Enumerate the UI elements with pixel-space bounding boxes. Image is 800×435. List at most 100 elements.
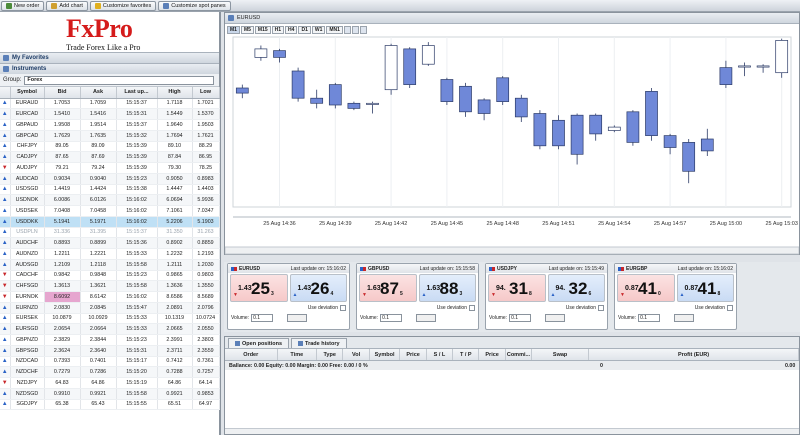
volume-select[interactable]: 0.1 [638, 313, 661, 322]
col-header[interactable]: Ask [80, 87, 117, 99]
orders-col-header[interactable]: S / L [427, 349, 454, 360]
cell-sym: EURNOK [10, 291, 45, 303]
instrument-row[interactable]: ▲ GBPCAD 1.7629 1.7635 15:15:32 1.7694 1.7621 [0, 130, 220, 142]
cell-hi: 6.0694 [157, 194, 193, 206]
sell-button[interactable]: ▼ 1.63 87 5 [359, 274, 417, 302]
cell-lo: 0.7361 [192, 356, 220, 368]
orders-scrollbar[interactable] [225, 428, 799, 434]
use-deviation-checkbox[interactable] [598, 304, 604, 311]
instrument-row[interactable]: ▲ AUDSGD 1.2109 1.2118 15:15:58 1.2111 1.2030 [0, 259, 220, 271]
instrument-row[interactable]: ▲ NZDCHF 0.7279 0.7286 15:15:20 0.7288 0.7257 [0, 366, 220, 378]
chart-type-icon[interactable] [359, 25, 367, 34]
volume-select[interactable]: 0.1 [509, 313, 532, 322]
use-deviation-checkbox[interactable] [340, 304, 346, 311]
group-select[interactable]: Forex [24, 75, 215, 85]
deviation-input[interactable] [287, 313, 308, 322]
instrument-row[interactable]: ▲ GBPAUD 1.9508 1.9514 15:15:37 1.9640 1.9503 [0, 119, 220, 131]
new-order-button[interactable]: New order [1, 0, 45, 11]
buy-button[interactable]: ▲ 1.43 26 4 [289, 274, 347, 302]
candle-body [421, 45, 435, 65]
use-deviation-checkbox[interactable] [469, 304, 475, 311]
buy-button[interactable]: ▲ 0.87 41 8 [676, 274, 734, 302]
timeframe-m15[interactable]: M15 [254, 25, 271, 34]
use-deviation-checkbox[interactable] [727, 304, 733, 311]
tab-open-positions[interactable]: Open positions [228, 338, 290, 348]
buy-button[interactable]: ▲ 94. 32 6 [547, 274, 605, 302]
candlestick-chart[interactable]: 25 Aug 14:36 25 Aug 14:39 25 Aug 14:42 25 A… [225, 35, 799, 255]
col-header[interactable]: Symbol [10, 87, 45, 99]
instrument-row[interactable]: ▲ AUDCAD 0.9034 0.9040 15:15:23 0.9050 0.8983 [0, 173, 220, 185]
instrument-row[interactable]: ▲ GBPSGD 2.3624 2.3640 15:15:31 2.3711 2.3559 [0, 345, 220, 357]
ask-big-figure: 32 [568, 279, 588, 298]
col-header[interactable]: Low [192, 87, 220, 99]
orders-col-header[interactable]: Price [400, 349, 427, 360]
instrument-row[interactable]: ▲ CHFJPY 89.05 89.09 15:15:39 89.10 88.29 [0, 141, 220, 153]
zoom-in-icon[interactable] [343, 25, 351, 34]
instrument-row[interactable]: ▲ EURSGD 2.0654 2.0664 15:15:33 2.0665 2.0550 [0, 323, 220, 335]
deviation-input[interactable] [674, 313, 695, 322]
col-header[interactable]: Last up... [116, 87, 158, 99]
zoom-out-icon[interactable] [351, 25, 359, 34]
my-favorites-header[interactable]: My Favorites [0, 52, 219, 63]
timeframe-m1[interactable]: M1 [227, 25, 240, 34]
orders-col-header[interactable]: Order [225, 349, 278, 360]
x-tick-label: 25 Aug 14:48 [486, 221, 518, 227]
instrument-row[interactable]: ▲ NZDCAD 0.7393 0.7401 15:15:17 0.7412 0.7361 [0, 356, 220, 368]
orders-col-header[interactable]: Time [278, 349, 318, 360]
instrument-row[interactable]: ▲ EURNZD 2.0830 2.0845 15:15:47 2.0891 2.0796 [0, 302, 220, 314]
instrument-row[interactable]: ▼ NZDJPY 64.83 64.86 15:15:19 64.86 64.14 [0, 377, 220, 389]
timeframe-d1[interactable]: D1 [298, 25, 311, 34]
orders-col-header[interactable]: Type [317, 349, 344, 360]
instruments-header[interactable]: Instruments [0, 63, 219, 74]
instrument-row[interactable]: ▲ AUDCHF 0.8893 0.8899 15:15:36 0.8902 0.8859 [0, 237, 220, 249]
customize-spot-panes-button[interactable]: Customize spot panes [158, 0, 231, 11]
orders-col-header[interactable]: Price [479, 349, 506, 360]
instrument-row[interactable]: ▲ SGDJPY 65.38 65.43 15:15:55 65.51 64.97 [0, 399, 220, 411]
instrument-row[interactable]: ▼ CHFSGD 1.3613 1.3621 15:15:58 1.3636 1.3550 [0, 280, 220, 292]
instrument-row[interactable]: ▲ EURSEK 10.0879 10.0929 15:15:33 10.1319 10.0… [0, 313, 220, 325]
sell-button[interactable]: ▼ 0.87 41 0 [617, 274, 675, 302]
timeframe-m5[interactable]: M5 [240, 25, 254, 34]
customize-favorites-button[interactable]: Customize favorites [89, 0, 157, 11]
instrument-row[interactable]: ▲ GBPNZD 2.3829 2.3844 15:15:23 2.3991 2.3803 [0, 334, 220, 346]
orders-col-header[interactable]: Symbol [370, 349, 401, 360]
instrument-row[interactable]: ▲ AUDNZD 1.2211 1.2221 15:15:33 1.2232 1.2193 [0, 248, 220, 260]
sell-button[interactable]: ▼ 1.43 25 3 [230, 274, 288, 302]
instrument-row[interactable]: ▼ AUDJPY 79.21 79.24 15:15:39 79.30 78.25 [0, 162, 220, 174]
instrument-row[interactable]: ▲ USDSEK 7.0408 7.0458 15:16:02 7.1061 7.0347 [0, 205, 220, 217]
timeframe-h4[interactable]: H4 [285, 25, 298, 34]
instrument-row[interactable]: ▲ USDPLN 31.336 31.395 15:15:37 31.350 31.263 [0, 227, 220, 239]
cell-hi: 0.9865 [157, 270, 193, 282]
cell-ask: 1.3621 [80, 280, 117, 292]
col-header[interactable]: Bid [44, 87, 81, 99]
buy-button[interactable]: ▲ 1.63 88 3 [418, 274, 476, 302]
timeframe-w1[interactable]: W1 [311, 25, 326, 34]
timeframe-mn1[interactable]: MN1 [326, 25, 343, 34]
instrument-row[interactable]: ▲ USDNOK 6.0086 6.0126 15:16:02 6.0694 5.9936 [0, 194, 220, 206]
orders-col-header[interactable]: T / P [453, 349, 480, 360]
deviation-input[interactable] [416, 313, 437, 322]
instrument-row[interactable]: ▲ EURCAD 1.5410 1.5416 15:15:31 1.5449 1.5370 [0, 108, 220, 120]
col-header[interactable]: High [157, 87, 193, 99]
orders-col-header[interactable]: Profit (EUR) [589, 349, 799, 360]
add-chart-button[interactable]: Add chart [46, 0, 88, 11]
sell-button[interactable]: ▼ 94. 31 8 [488, 274, 546, 302]
orders-col-header[interactable]: Vol [343, 349, 370, 360]
orders-col-header[interactable]: Swap [532, 349, 590, 360]
instrument-row[interactable]: ▼ EURNOK 8.6092 8.6142 15:16:02 8.6586 8.5689 [0, 291, 220, 303]
instrument-row[interactable]: ▲ USDDKK 5.1941 5.1971 15:16:02 5.2206 5.1903 [0, 216, 220, 228]
instrument-row[interactable]: ▼ CADCHF 0.9842 0.9848 15:15:23 0.9865 0.9803 [0, 270, 220, 282]
instrument-row[interactable]: ▲ USDSGD 1.4419 1.4424 15:15:38 1.4447 1.4403 [0, 184, 220, 196]
tab-trade-history[interactable]: Trade history [291, 338, 347, 348]
orders-col-header[interactable]: Commi... [506, 349, 533, 360]
bid-pipette: 0 [658, 291, 661, 297]
instrument-row[interactable]: ▲ CADJPY 87.65 87.69 15:15:39 87.84 86.95 [0, 151, 220, 163]
instrument-row[interactable]: ▲ NZDSGD 0.9910 0.9921 15:15:58 0.9921 0.9853 [0, 388, 220, 400]
timeframe-h1[interactable]: H1 [271, 25, 285, 34]
candle-body [254, 48, 268, 58]
cell-hi: 31.350 [157, 227, 193, 239]
volume-select[interactable]: 0.1 [251, 313, 274, 322]
instrument-row[interactable]: ▲ EURAUD 1.7053 1.7059 15:15:37 1.7118 1.7021 [0, 98, 220, 110]
volume-select[interactable]: 0.1 [380, 313, 403, 322]
deviation-input[interactable] [545, 313, 566, 322]
